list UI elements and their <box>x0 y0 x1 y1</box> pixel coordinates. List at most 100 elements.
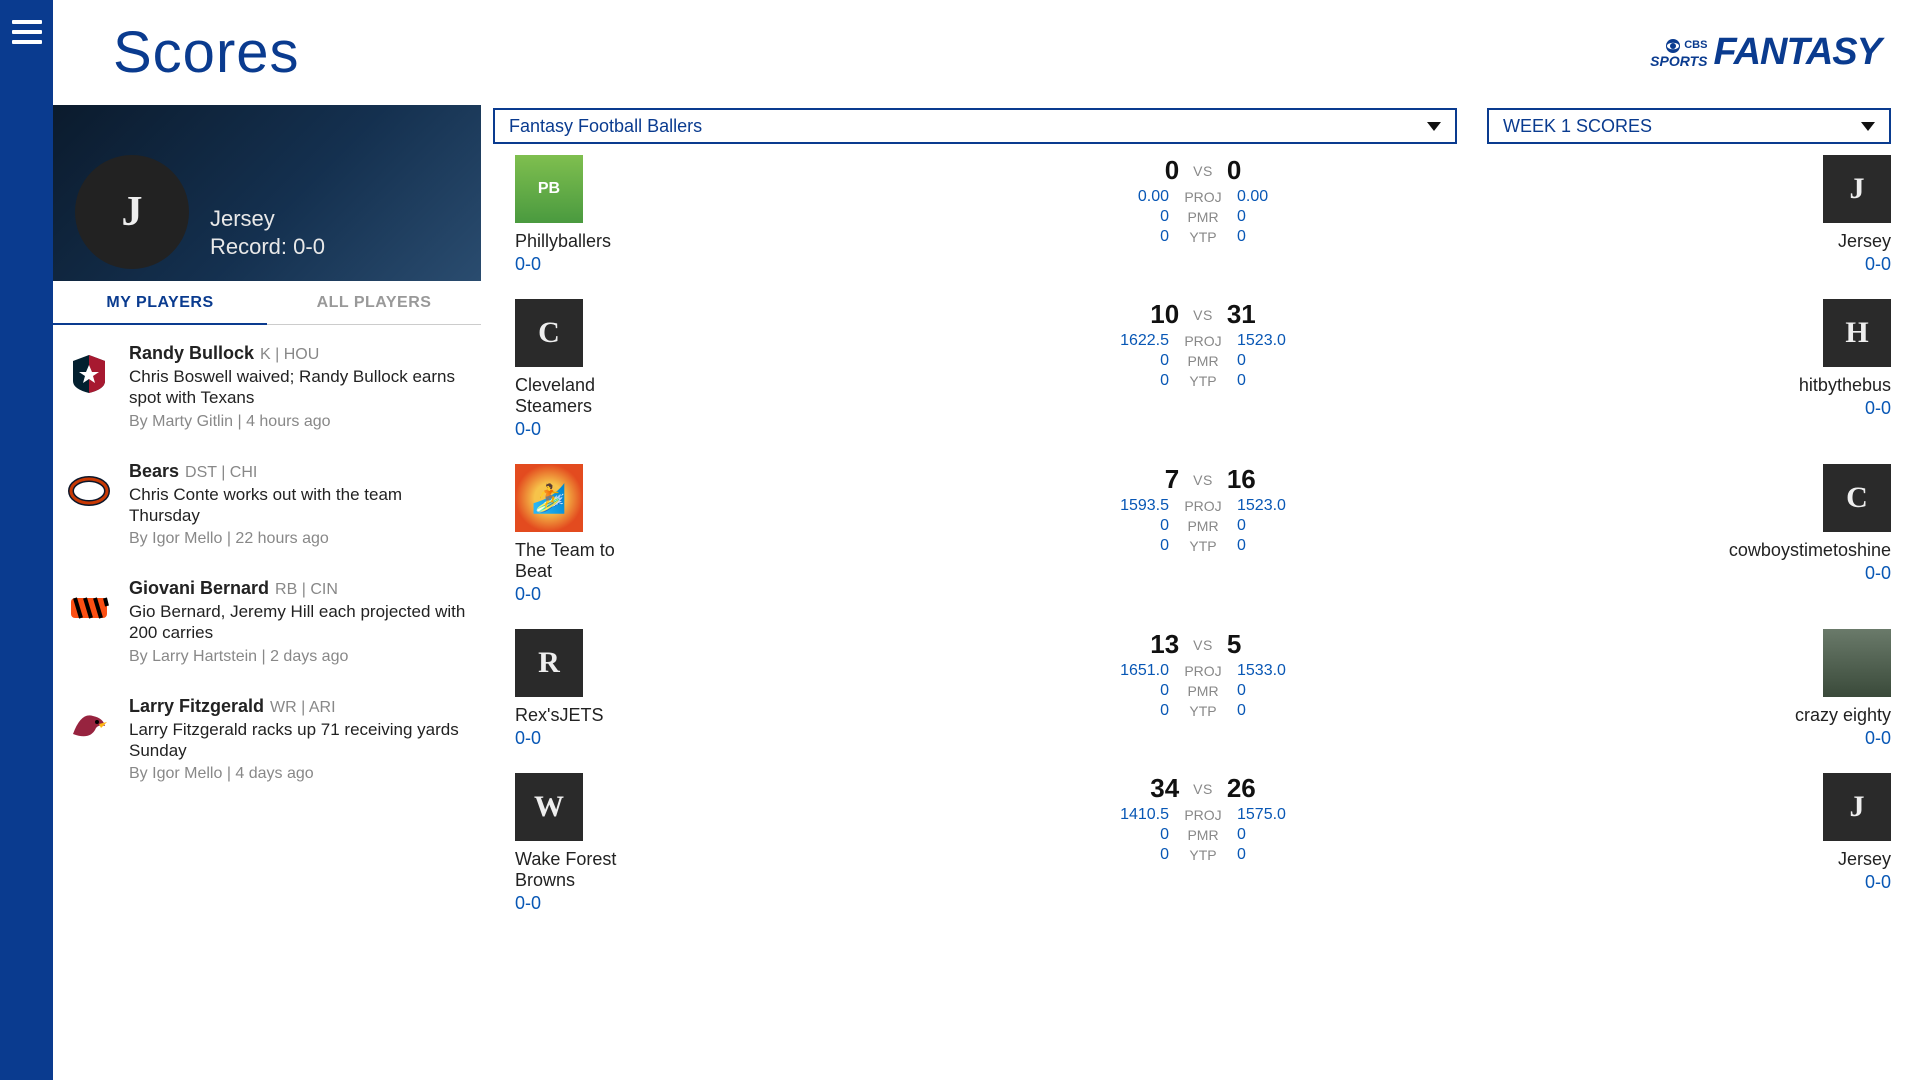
hero-avatar[interactable]: J <box>75 155 189 269</box>
team-name: hitbythebus <box>1799 375 1891 396</box>
team-logo-icon <box>67 704 111 748</box>
pmr-right: 0 <box>1237 208 1297 226</box>
news-item[interactable]: BearsDST | CHIChris Conte works out with… <box>53 443 481 561</box>
pmr-right: 0 <box>1237 682 1297 700</box>
team-avatar[interactable]: R <box>515 629 583 697</box>
league-dropdown[interactable]: Fantasy Football Ballers <box>493 108 1457 144</box>
pmr-label: PMR <box>1183 518 1223 534</box>
proj-label: PROJ <box>1183 498 1223 514</box>
matchup-list: PBPhillyballers0-00VS00.00PROJ0.000PMR00… <box>515 155 1891 1080</box>
matchup-mid: 0VS00.00PROJ0.000PMR00YTP0 <box>655 155 1751 246</box>
proj-right: 1523.0 <box>1237 497 1297 515</box>
score-left: 13 <box>1127 629 1179 660</box>
proj-right: 1533.0 <box>1237 662 1297 680</box>
player-tabs: MY PLAYERS ALL PLAYERS <box>53 281 481 325</box>
ytp-right: 0 <box>1237 537 1297 555</box>
team-name: crazy eighty <box>1795 705 1891 726</box>
vs-label: VS <box>1193 781 1213 797</box>
team-avatar[interactable]: 🏄 <box>515 464 583 532</box>
team-record: 0-0 <box>515 893 655 914</box>
team-avatar[interactable]: PB <box>515 155 583 223</box>
team-record: 0-0 <box>515 419 655 440</box>
team-avatar[interactable] <box>1823 629 1891 697</box>
matchup-mid: 13VS51651.0PROJ1533.00PMR00YTP0 <box>655 629 1751 720</box>
player-name: Randy Bullock <box>129 343 254 363</box>
team-logo-icon <box>67 351 111 395</box>
news-body: Larry FitzgeraldWR | ARILarry Fitzgerald… <box>129 696 467 784</box>
vs-label: VS <box>1193 637 1213 653</box>
hero-team-record: Record: 0-0 <box>210 234 325 260</box>
ytp-right: 0 <box>1237 702 1297 720</box>
team-record: 0-0 <box>515 728 655 749</box>
sidebar <box>0 0 53 1080</box>
hamburger-icon[interactable] <box>12 20 42 44</box>
proj-left: 1410.5 <box>1109 806 1169 824</box>
ytp-label: YTP <box>1183 229 1223 245</box>
matchup-right: Hhitbythebus0-0 <box>1751 299 1891 419</box>
team-record: 0-0 <box>1865 563 1891 584</box>
proj-label: PROJ <box>1183 663 1223 679</box>
ytp-left: 0 <box>1109 846 1169 864</box>
team-avatar[interactable]: C <box>515 299 583 367</box>
cbs-eye-icon <box>1665 38 1681 54</box>
tab-all-players[interactable]: ALL PLAYERS <box>267 281 481 325</box>
matchup-row[interactable]: WWake Forest Browns0-034VS261410.5PROJ15… <box>515 773 1891 914</box>
team-record: 0-0 <box>515 584 655 605</box>
headline: Larry Fitzgerald racks up 71 receiving y… <box>129 719 467 762</box>
team-avatar[interactable]: J <box>1823 155 1891 223</box>
ytp-label: YTP <box>1183 538 1223 554</box>
byline: By Marty Gitlin | 4 hours ago <box>129 413 467 431</box>
news-item[interactable]: Randy BullockK | HOUChris Boswell waived… <box>53 325 481 443</box>
team-logo-icon <box>67 469 111 513</box>
tab-my-players[interactable]: MY PLAYERS <box>53 281 267 325</box>
news-item[interactable]: Giovani BernardRB | CINGio Bernard, Jere… <box>53 560 481 678</box>
team-name: Jersey <box>1838 231 1891 252</box>
matchup-left: PB Phillyballers0-0 <box>515 155 655 275</box>
ytp-left: 0 <box>1109 372 1169 390</box>
pmr-right: 0 <box>1237 826 1297 844</box>
matchup-row[interactable]: CCleveland Steamers0-010VS311622.5PROJ15… <box>515 299 1891 440</box>
team-record: 0-0 <box>515 254 655 275</box>
player-name: Giovani Bernard <box>129 578 269 598</box>
chevron-down-icon <box>1427 122 1441 131</box>
team-avatar[interactable]: J <box>1823 773 1891 841</box>
player-pos: K | HOU <box>260 346 319 363</box>
pmr-left: 0 <box>1109 208 1169 226</box>
ytp-label: YTP <box>1183 847 1223 863</box>
team-record: 0-0 <box>1865 872 1891 893</box>
byline: By Igor Mello | 22 hours ago <box>129 530 467 548</box>
proj-right: 0.00 <box>1237 188 1297 206</box>
team-avatar[interactable]: H <box>1823 299 1891 367</box>
pmr-left: 0 <box>1109 682 1169 700</box>
player-pos: DST | CHI <box>185 464 257 481</box>
matchup-right: J Jersey0-0 <box>1751 773 1891 893</box>
score-right: 16 <box>1227 464 1279 495</box>
matchup-row[interactable]: PBPhillyballers0-00VS00.00PROJ0.000PMR00… <box>515 155 1891 275</box>
team-record: 0-0 <box>1865 254 1891 275</box>
dropdowns-row: Fantasy Football Ballers WEEK 1 SCORES <box>493 108 1891 144</box>
matchup-left: CCleveland Steamers0-0 <box>515 299 655 440</box>
team-name: Jersey <box>1838 849 1891 870</box>
ytp-label: YTP <box>1183 703 1223 719</box>
week-dropdown[interactable]: WEEK 1 SCORES <box>1487 108 1891 144</box>
team-avatar[interactable]: C <box>1823 464 1891 532</box>
score-right: 5 <box>1227 629 1279 660</box>
news-item[interactable]: Larry FitzgeraldWR | ARILarry Fitzgerald… <box>53 678 481 796</box>
hero-team-name: Jersey <box>210 206 275 232</box>
pmr-right: 0 <box>1237 517 1297 535</box>
team-name: Rex'sJETS <box>515 705 655 726</box>
ytp-left: 0 <box>1109 537 1169 555</box>
team-name: Phillyballers <box>515 231 655 252</box>
ytp-right: 0 <box>1237 846 1297 864</box>
pmr-label: PMR <box>1183 827 1223 843</box>
score-left: 7 <box>1127 464 1179 495</box>
matchup-row[interactable]: RRex'sJETS0-013VS51651.0PROJ1533.00PMR00… <box>515 629 1891 749</box>
matchup-mid: 10VS311622.5PROJ1523.00PMR00YTP0 <box>655 299 1751 390</box>
team-avatar[interactable]: W <box>515 773 583 841</box>
vs-label: VS <box>1193 472 1213 488</box>
matchup-row[interactable]: 🏄The Team to Beat0-07VS161593.5PROJ1523.… <box>515 464 1891 605</box>
pmr-left: 0 <box>1109 352 1169 370</box>
proj-left: 1651.0 <box>1109 662 1169 680</box>
proj-label: PROJ <box>1183 807 1223 823</box>
vs-label: VS <box>1193 307 1213 323</box>
